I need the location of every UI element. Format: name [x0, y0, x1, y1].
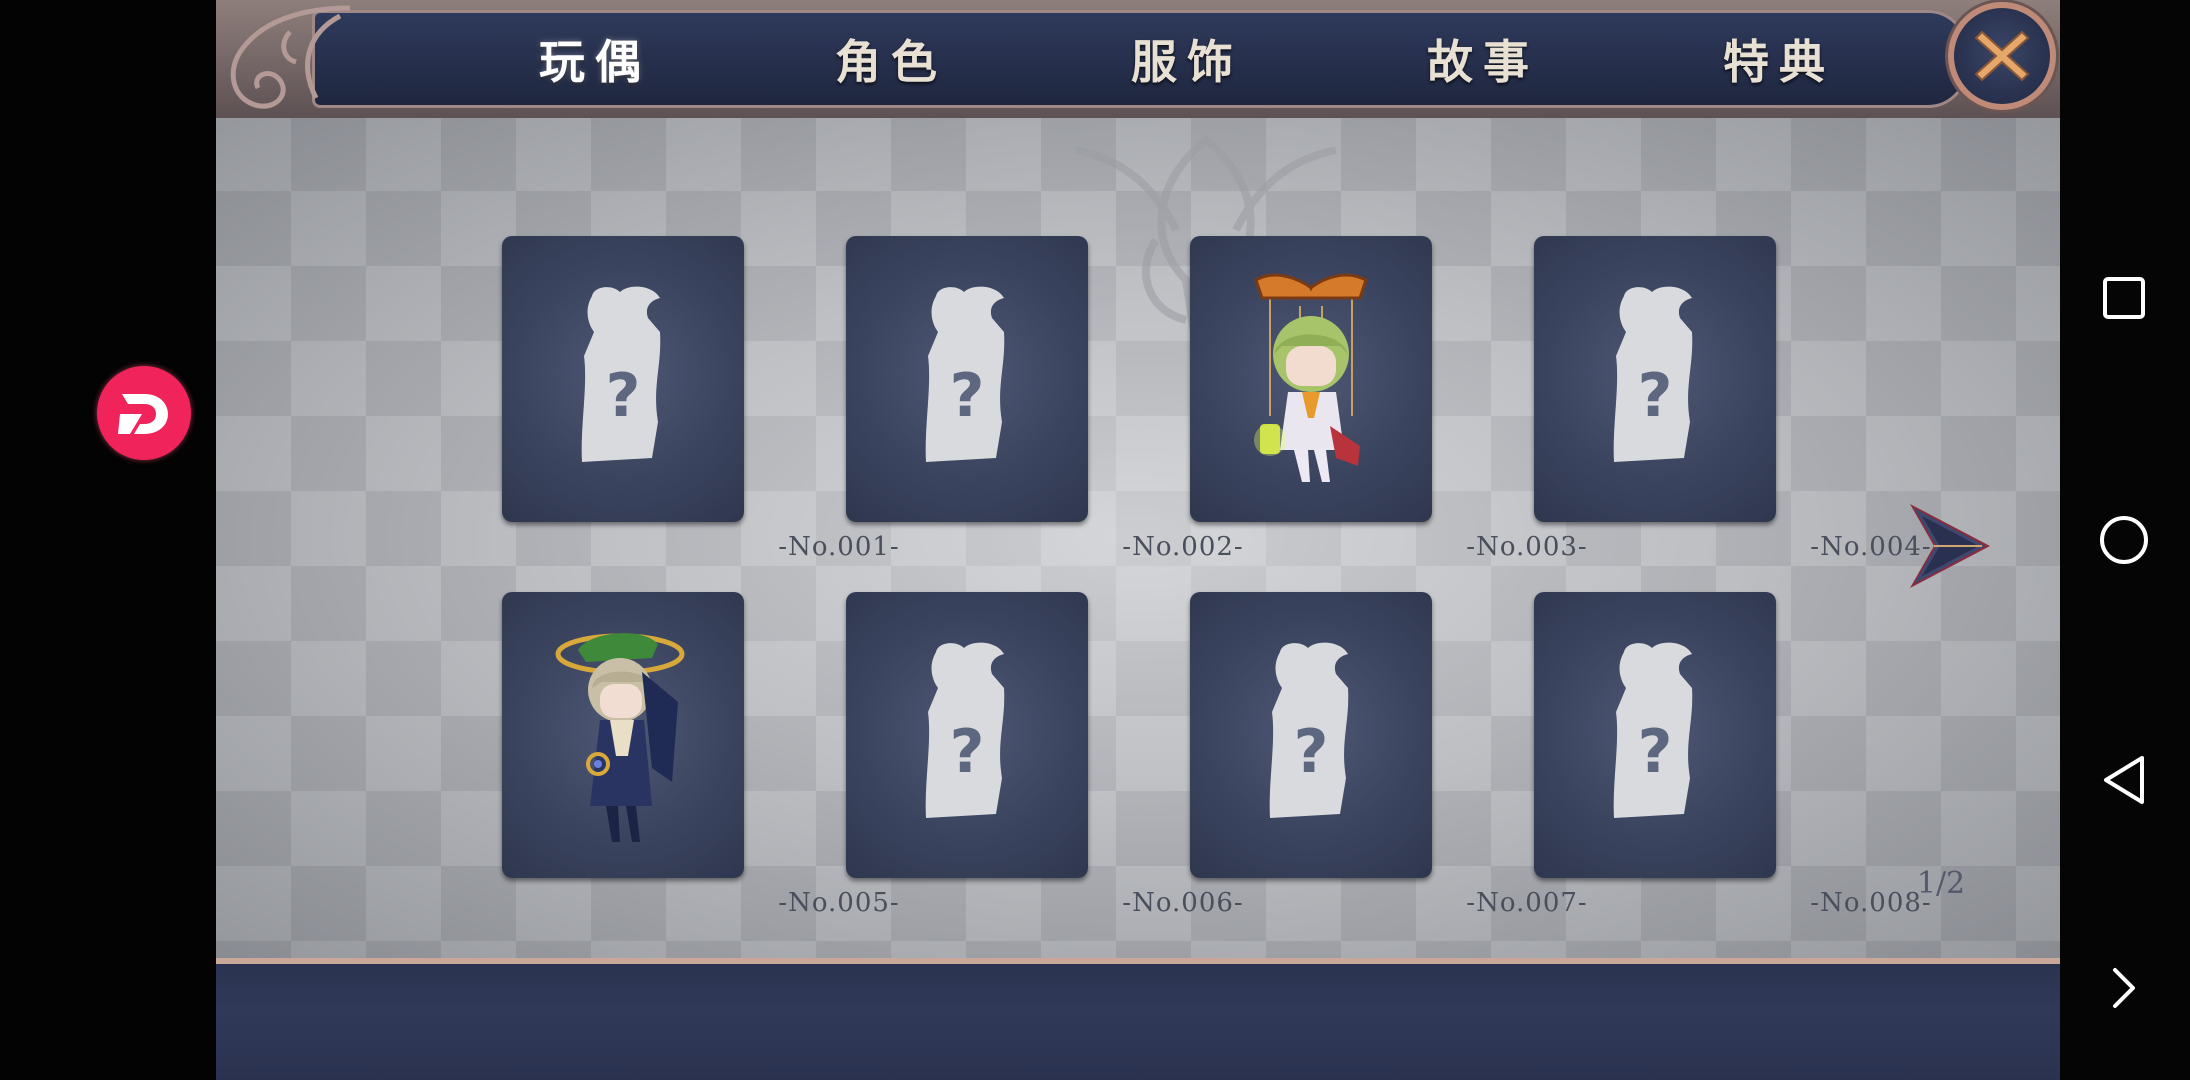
doll-card-001-label: -No.001-: [778, 532, 900, 562]
doll-card-006[interactable]: ?: [846, 592, 1088, 878]
doll-card-003-label: -No.003-: [1466, 532, 1588, 562]
tab-characters[interactable]: 角色: [791, 27, 991, 97]
recent-apps-icon: [2103, 277, 2145, 319]
doll-card-007[interactable]: ?: [1190, 592, 1432, 878]
close-icon: [1974, 30, 2030, 82]
home-button[interactable]: [2094, 510, 2154, 570]
doll-card-008[interactable]: ?: [1534, 592, 1776, 878]
floating-app-glyph-icon: [118, 394, 168, 434]
floating-app-icon[interactable]: [97, 366, 191, 460]
locked-silhouette-icon: ?: [925, 642, 1005, 818]
doll-card-002-label: -No.002-: [1122, 532, 1244, 562]
svg-text:?: ?: [1294, 717, 1329, 787]
locked-silhouette-icon: ?: [1269, 642, 1349, 818]
doll-card-002[interactable]: ?: [846, 236, 1088, 522]
doll-card-005[interactable]: [502, 592, 744, 878]
locked-silhouette-icon: ?: [925, 286, 1005, 462]
bottom-panel: [216, 958, 2060, 1080]
marionette-doll-green-hair-icon: [1254, 273, 1368, 482]
doll-card-004[interactable]: ?: [1534, 236, 1776, 522]
tab-extras[interactable]: 特典: [1679, 27, 1879, 97]
locked-silhouette-icon: ?: [1613, 286, 1693, 462]
doll-card-005-label: -No.005-: [778, 888, 900, 918]
doll-card-001[interactable]: ?: [502, 236, 744, 522]
expand-icon: [2113, 968, 2135, 1008]
game-screen: 玩偶 角色 服饰 故事 特典 ? -No.001- ? -No.002- -No…: [216, 0, 2060, 1080]
tab-bar: 玩偶 角色 服饰 故事 特典: [312, 10, 1968, 108]
svg-text:?: ?: [606, 361, 641, 431]
next-page-arrow-icon[interactable]: [1904, 498, 1996, 594]
left-screen-gutter: [0, 0, 216, 1080]
page-indicator: 1/2: [1916, 866, 1966, 901]
locked-silhouette-icon: ?: [581, 286, 661, 462]
home-icon: [2100, 516, 2148, 564]
marionette-doll-green-hat-icon: [555, 633, 685, 842]
svg-text:?: ?: [950, 361, 985, 431]
tab-costumes[interactable]: 服饰: [1087, 27, 1287, 97]
doll-card-006-label: -No.006-: [1122, 888, 1244, 918]
doll-card-007-label: -No.007-: [1466, 888, 1588, 918]
corner-ornament-icon: [230, 5, 351, 109]
locked-silhouette-icon: ?: [1613, 642, 1693, 818]
back-icon: [2104, 756, 2144, 804]
svg-text:?: ?: [1638, 717, 1673, 787]
tab-dolls[interactable]: 玩偶: [495, 27, 695, 97]
tab-stories[interactable]: 故事: [1383, 27, 1583, 97]
expand-nav-button[interactable]: [2094, 958, 2154, 1018]
doll-card-003[interactable]: [1190, 236, 1432, 522]
svg-text:?: ?: [950, 717, 985, 787]
back-button[interactable]: [2094, 750, 2154, 810]
recent-apps-button[interactable]: [2094, 268, 2154, 328]
close-button[interactable]: [1948, 2, 2056, 110]
svg-text:?: ?: [1638, 361, 1673, 431]
